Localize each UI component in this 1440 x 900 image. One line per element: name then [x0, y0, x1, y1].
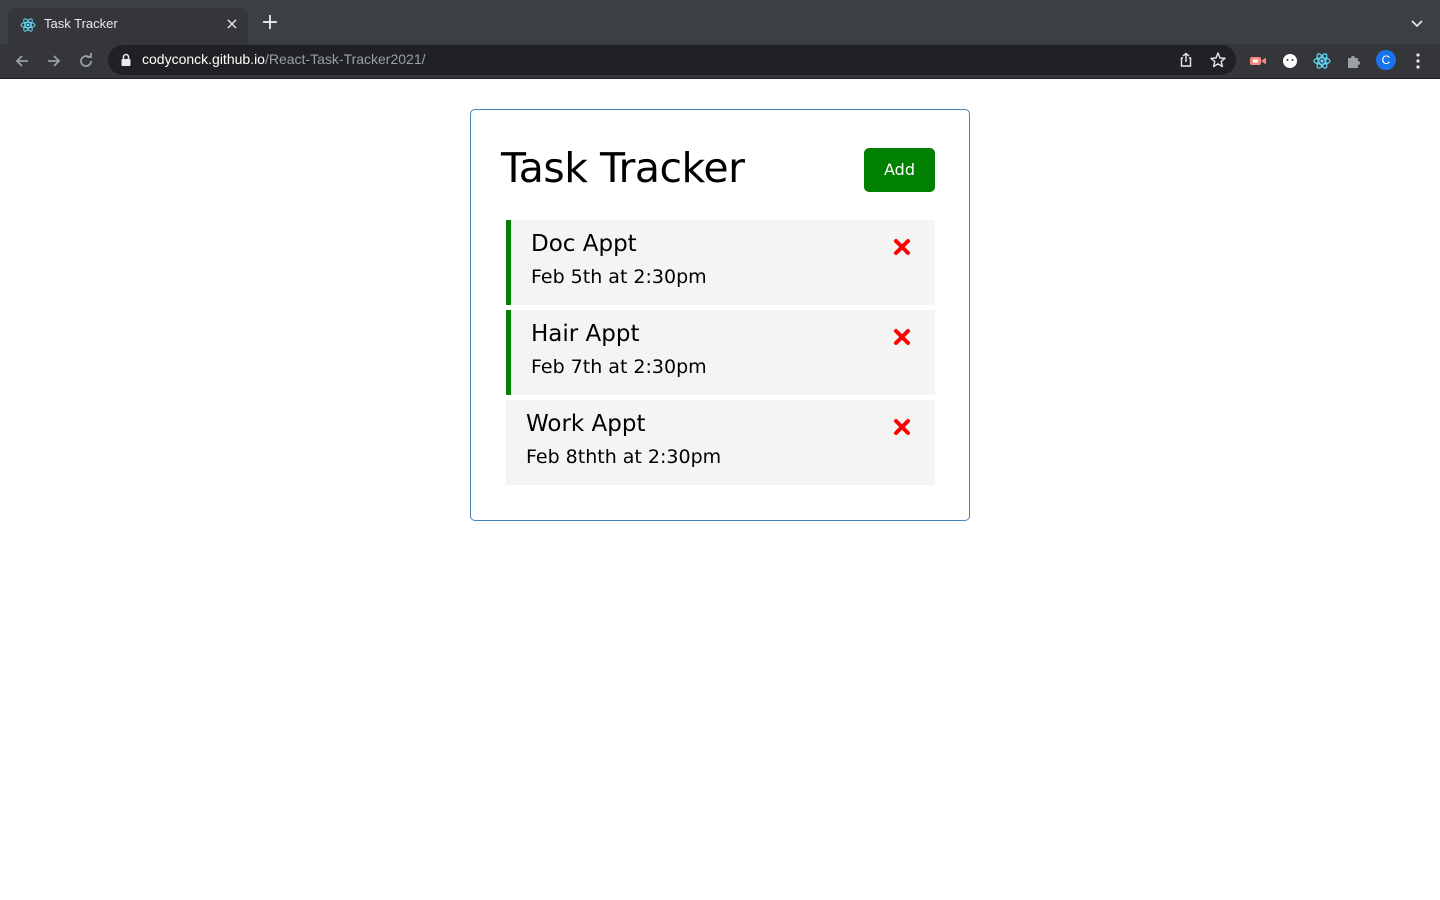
- extensions-puzzle-icon[interactable]: [1344, 51, 1364, 71]
- profile-avatar[interactable]: C: [1376, 50, 1396, 70]
- delete-x-icon[interactable]: [893, 238, 911, 256]
- task-date: Feb 5th at 2:30pm: [531, 266, 707, 288]
- new-tab-button[interactable]: +: [260, 12, 280, 34]
- video-extension-icon[interactable]: [1248, 51, 1268, 71]
- address-bar[interactable]: codyconck.github.io/React-Task-Tracker20…: [108, 45, 1236, 75]
- share-icon[interactable]: [1177, 51, 1195, 69]
- task-date: Feb 7th at 2:30pm: [531, 356, 707, 378]
- task-title: Work Appt: [526, 411, 646, 437]
- task-title: Hair Appt: [531, 321, 640, 347]
- lock-icon[interactable]: [120, 53, 132, 67]
- reload-icon[interactable]: [76, 51, 96, 71]
- task-item[interactable]: Work Appt Feb 8thth at 2:30pm: [506, 400, 935, 485]
- react-icon: [20, 18, 36, 32]
- tab-search-chevron-icon[interactable]: [1408, 14, 1426, 32]
- forward-arrow-icon[interactable]: [44, 51, 64, 71]
- task-item[interactable]: Doc Appt Feb 5th at 2:30pm: [506, 220, 935, 305]
- bookmark-star-icon[interactable]: [1209, 51, 1227, 69]
- extension-face-icon[interactable]: [1280, 51, 1300, 71]
- url-path: /React-Task-Tracker2021/: [264, 51, 426, 67]
- page-divider: [0, 78, 1440, 79]
- delete-x-icon[interactable]: [893, 328, 911, 346]
- browser-tab[interactable]: Task Tracker ×: [8, 8, 248, 44]
- browser-toolbar: codyconck.github.io/React-Task-Tracker20…: [0, 44, 1440, 78]
- task-date: Feb 8thth at 2:30pm: [526, 446, 722, 468]
- task-item[interactable]: Hair Appt Feb 7th at 2:30pm: [506, 310, 935, 395]
- url-text[interactable]: codyconck.github.io/React-Task-Tracker20…: [142, 51, 426, 67]
- delete-x-icon[interactable]: [893, 418, 911, 436]
- tab-title: Task Tracker: [44, 16, 118, 31]
- back-arrow-icon[interactable]: [12, 51, 32, 71]
- task-title: Doc Appt: [531, 231, 637, 257]
- add-button[interactable]: Add: [864, 148, 935, 192]
- browser-tab-bar: Task Tracker × +: [0, 0, 1440, 44]
- page-title: Task Tracker: [501, 144, 745, 192]
- tab-close-icon[interactable]: ×: [224, 16, 240, 32]
- more-menu-icon[interactable]: [1410, 51, 1426, 71]
- task-tracker-container: Task Tracker Add Doc Appt Feb 5th at 2:3…: [470, 109, 970, 521]
- react-devtools-icon[interactable]: [1312, 51, 1332, 71]
- url-host: codyconck.github.io: [142, 51, 265, 67]
